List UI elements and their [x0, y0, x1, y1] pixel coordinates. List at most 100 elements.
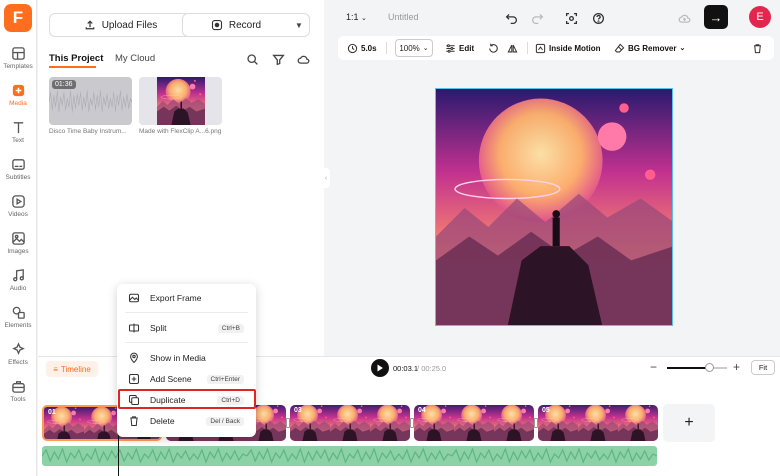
zoom-out-button[interactable]: − — [650, 360, 657, 374]
rail-label: Effects — [8, 359, 28, 366]
export-button[interactable]: → — [704, 5, 728, 29]
videos-icon — [11, 195, 25, 208]
rail-item-effects[interactable]: Effects — [0, 340, 36, 376]
timeline-clip[interactable]: 04 — [414, 405, 534, 441]
edit-button[interactable]: Edit — [445, 36, 474, 60]
timeline-toggle[interactable]: ≡ Timeline — [46, 361, 98, 377]
transition-handle[interactable] — [286, 418, 290, 428]
menu-item-label: Delete — [150, 416, 175, 426]
rail-item-images[interactable]: Images — [0, 229, 36, 265]
rail-item-audio[interactable]: Audio — [0, 266, 36, 302]
filter-button[interactable] — [268, 49, 288, 69]
rotate-button[interactable] — [488, 36, 499, 60]
cloud-upload-button[interactable] — [293, 49, 313, 69]
clip-number: 05 — [542, 407, 550, 414]
record-button[interactable]: Record ▼ — [182, 13, 310, 37]
help-button[interactable] — [589, 9, 607, 27]
shortcut-badge: Del / Back — [206, 416, 244, 426]
audio-icon — [12, 269, 24, 282]
media-asset-image[interactable] — [139, 77, 222, 125]
undo-icon — [505, 13, 517, 24]
add-scene-button[interactable]: + — [663, 404, 715, 442]
record-main[interactable]: Record — [183, 19, 289, 31]
flip-button[interactable] — [507, 36, 518, 60]
left-rail: F Templates Media Text Subtitles Videos … — [0, 0, 37, 476]
aspect-ratio-selector[interactable]: 1:1 ⌄ — [346, 12, 367, 22]
preview-canvas[interactable] — [435, 88, 673, 326]
audio-track[interactable] — [42, 446, 657, 466]
duration-button[interactable]: 5.0s — [347, 36, 377, 60]
rail-label: Subtitles — [5, 174, 31, 181]
record-dropdown-caret[interactable]: ▼ — [289, 21, 309, 30]
tab-my-cloud[interactable]: My Cloud — [115, 53, 155, 64]
text-icon — [13, 122, 23, 134]
shortcut-badge: Ctrl+Enter — [206, 374, 244, 384]
rail-item-text[interactable]: Text — [0, 118, 36, 154]
menu-item-label: Show in Media — [150, 353, 206, 363]
duration-badge: 01:36 — [52, 80, 76, 89]
zoom-in-button[interactable]: + — [733, 360, 740, 374]
timeline-clip[interactable]: 05 — [538, 405, 658, 441]
undo-button[interactable] — [502, 9, 520, 27]
split-icon — [128, 323, 140, 333]
chevron-down-icon: ⌄ — [679, 45, 686, 52]
bg-remover-button[interactable]: BG Remover ⌄ — [614, 36, 685, 60]
media-icon — [12, 84, 24, 97]
rail-label: Elements — [4, 322, 32, 329]
rail-item-videos[interactable]: Videos — [0, 192, 36, 228]
effects-icon — [11, 342, 25, 355]
record-label: Record — [228, 19, 262, 31]
clip-number: 04 — [418, 407, 426, 414]
rail-item-templates[interactable]: Templates — [0, 44, 36, 80]
eraser-icon — [614, 43, 625, 52]
upload-files-main[interactable]: Upload Files — [50, 19, 191, 31]
play-button[interactable] — [371, 359, 389, 377]
search-button[interactable] — [242, 49, 262, 69]
menu-item-split[interactable]: Split Ctrl+B — [117, 318, 256, 338]
rail-item-elements[interactable]: Elements — [0, 303, 36, 339]
duplicate-highlight-box — [118, 389, 256, 409]
clip-number: 03 — [294, 407, 302, 414]
templates-icon — [11, 47, 25, 60]
total-time-value: 00:25.0 — [421, 364, 447, 373]
menu-item-show-in-media[interactable]: Show in Media — [117, 348, 256, 368]
cloud-save-button[interactable] — [675, 9, 693, 27]
image-thumbnail — [157, 77, 205, 125]
media-asset-audio[interactable]: 01:36 — [49, 77, 132, 125]
trash-icon — [754, 43, 761, 53]
edit-label: Edit — [459, 43, 475, 53]
delete-button[interactable] — [752, 36, 763, 60]
tab-this-project[interactable]: This Project — [49, 53, 103, 64]
redo-button[interactable] — [528, 9, 546, 27]
redo-icon — [531, 13, 543, 24]
trash-icon — [130, 416, 138, 427]
transition-handle[interactable] — [534, 418, 538, 428]
screenshot-button[interactable] — [562, 9, 580, 27]
rail-label: Tools — [10, 396, 26, 403]
menu-item-label: Export Frame — [150, 293, 202, 303]
tools-icon — [11, 381, 25, 393]
rail-item-tools[interactable]: Tools — [0, 377, 36, 413]
menu-item-delete[interactable]: Delete Del / Back — [117, 411, 256, 431]
fit-button[interactable]: Fit — [751, 360, 775, 375]
shortcut-badge: Ctrl+B — [217, 323, 244, 333]
menu-item-add-scene[interactable]: Add Scene Ctrl+Enter — [117, 369, 256, 389]
inside-motion-button[interactable]: Inside Motion — [535, 36, 601, 60]
arrow-right-icon: → — [709, 9, 723, 25]
rail-item-subtitles[interactable]: Subtitles — [0, 155, 36, 191]
user-avatar[interactable]: E — [749, 6, 771, 28]
zoom-slider-handle[interactable] — [705, 363, 714, 372]
transition-handle[interactable] — [410, 418, 414, 428]
collapse-panel-handle[interactable]: ‹ — [322, 168, 330, 188]
motion-icon — [535, 43, 546, 53]
menu-item-export-frame[interactable]: Export Frame — [117, 288, 256, 308]
zoom-selector[interactable]: 100% ⌄ — [395, 39, 433, 57]
filter-icon — [271, 54, 285, 65]
upload-icon — [85, 20, 95, 30]
rail-item-media[interactable]: Media — [0, 81, 36, 117]
clip-thumbnail — [538, 405, 658, 441]
project-title[interactable]: Untitled — [388, 12, 419, 22]
zoom-slider-fill — [667, 367, 709, 369]
clip-number: 01 — [48, 409, 56, 416]
timeline-clip[interactable]: 03 — [290, 405, 410, 441]
